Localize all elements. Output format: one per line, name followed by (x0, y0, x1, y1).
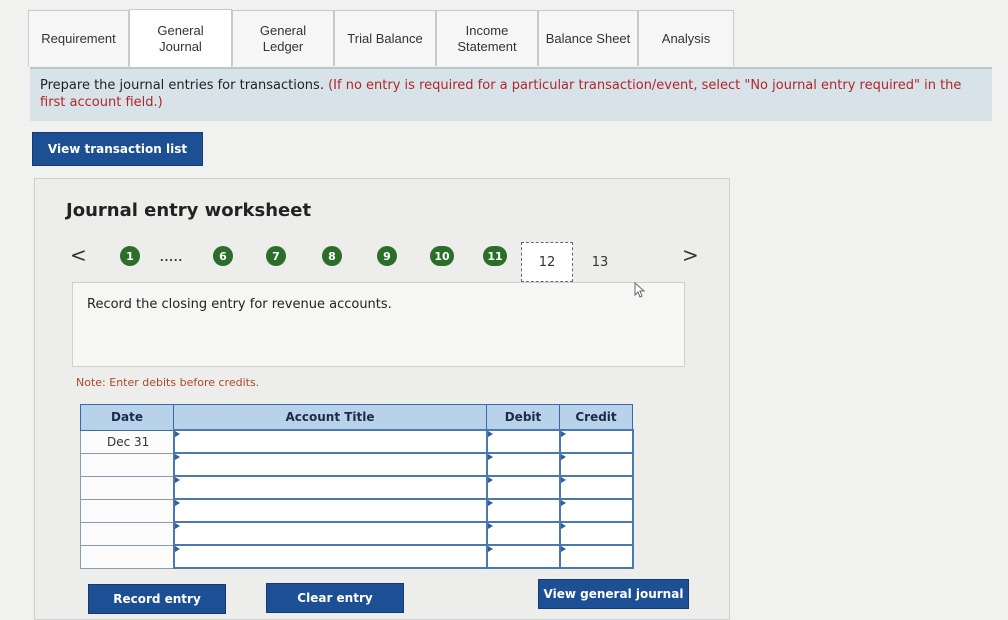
debit-credit-note: Note: Enter debits before credits. (76, 376, 260, 389)
next-arrow-icon[interactable]: > (682, 243, 699, 267)
clear-entry-button[interactable]: Clear entry (266, 583, 404, 613)
tab-requirement[interactable]: Requirement (28, 10, 129, 66)
date-cell: Dec 31 (80, 429, 174, 454)
account-title-input[interactable] (172, 452, 488, 477)
credit-input[interactable] (558, 452, 634, 477)
prev-arrow-icon[interactable]: < (70, 243, 87, 267)
tab-general-journal[interactable]: General Journal (129, 9, 232, 68)
step-10[interactable]: 10 (430, 246, 454, 266)
table-row (80, 521, 634, 546)
table-row (80, 544, 634, 569)
tab-trial-balance[interactable]: Trial Balance (334, 10, 436, 66)
entry-description: Record the closing entry for revenue acc… (72, 282, 685, 367)
date-cell (80, 452, 174, 477)
header-credit: Credit (559, 404, 633, 431)
account-title-input[interactable] (172, 544, 488, 569)
tab-income-statement[interactable]: Income Statement (436, 10, 538, 66)
tab-balance-sheet[interactable]: Balance Sheet (538, 10, 638, 66)
header-account-title: Account Title (173, 404, 487, 431)
credit-input[interactable] (558, 544, 634, 569)
credit-input[interactable] (558, 498, 634, 523)
step-13[interactable]: 13 (574, 242, 626, 282)
date-cell (80, 475, 174, 500)
debit-input[interactable] (485, 429, 561, 454)
mouse-cursor-icon (634, 282, 646, 298)
account-title-input[interactable] (172, 475, 488, 500)
worksheet-title: Journal entry worksheet (66, 200, 312, 221)
journal-entry-table: Date Account Title Debit Credit Dec 31 (80, 404, 634, 569)
credit-input[interactable] (558, 521, 634, 546)
credit-input[interactable] (558, 429, 634, 454)
header-debit: Debit (486, 404, 560, 431)
account-title-input[interactable] (172, 429, 488, 454)
step-7[interactable]: 7 (266, 246, 286, 266)
tab-general-ledger[interactable]: General Ledger (232, 10, 334, 66)
step-12-current[interactable]: 12 (521, 242, 573, 282)
table-row: Dec 31 (80, 429, 634, 454)
step-11[interactable]: 11 (483, 246, 507, 266)
steps-ellipsis: ..... (160, 249, 184, 264)
tab-analysis[interactable]: Analysis (638, 10, 734, 66)
step-6[interactable]: 6 (213, 246, 233, 266)
table-row (80, 475, 634, 500)
step-9[interactable]: 9 (377, 246, 397, 266)
header-date: Date (80, 404, 174, 431)
debit-input[interactable] (485, 544, 561, 569)
account-title-input[interactable] (172, 498, 488, 523)
view-transaction-list-button[interactable]: View transaction list (32, 132, 203, 166)
table-row (80, 498, 634, 523)
step-1[interactable]: 1 (120, 246, 140, 266)
debit-input[interactable] (485, 498, 561, 523)
step-8[interactable]: 8 (322, 246, 342, 266)
record-entry-button[interactable]: Record entry (88, 584, 226, 614)
instructions-banner: Prepare the journal entries for transact… (30, 67, 992, 121)
view-general-journal-button[interactable]: View general journal (538, 579, 689, 609)
date-cell (80, 498, 174, 523)
credit-input[interactable] (558, 475, 634, 500)
table-row (80, 452, 634, 477)
debit-input[interactable] (485, 521, 561, 546)
date-cell (80, 544, 174, 569)
date-cell (80, 521, 174, 546)
debit-input[interactable] (485, 452, 561, 477)
account-title-input[interactable] (172, 521, 488, 546)
instructions-lead: Prepare the journal entries for transact… (40, 78, 324, 93)
debit-input[interactable] (485, 475, 561, 500)
